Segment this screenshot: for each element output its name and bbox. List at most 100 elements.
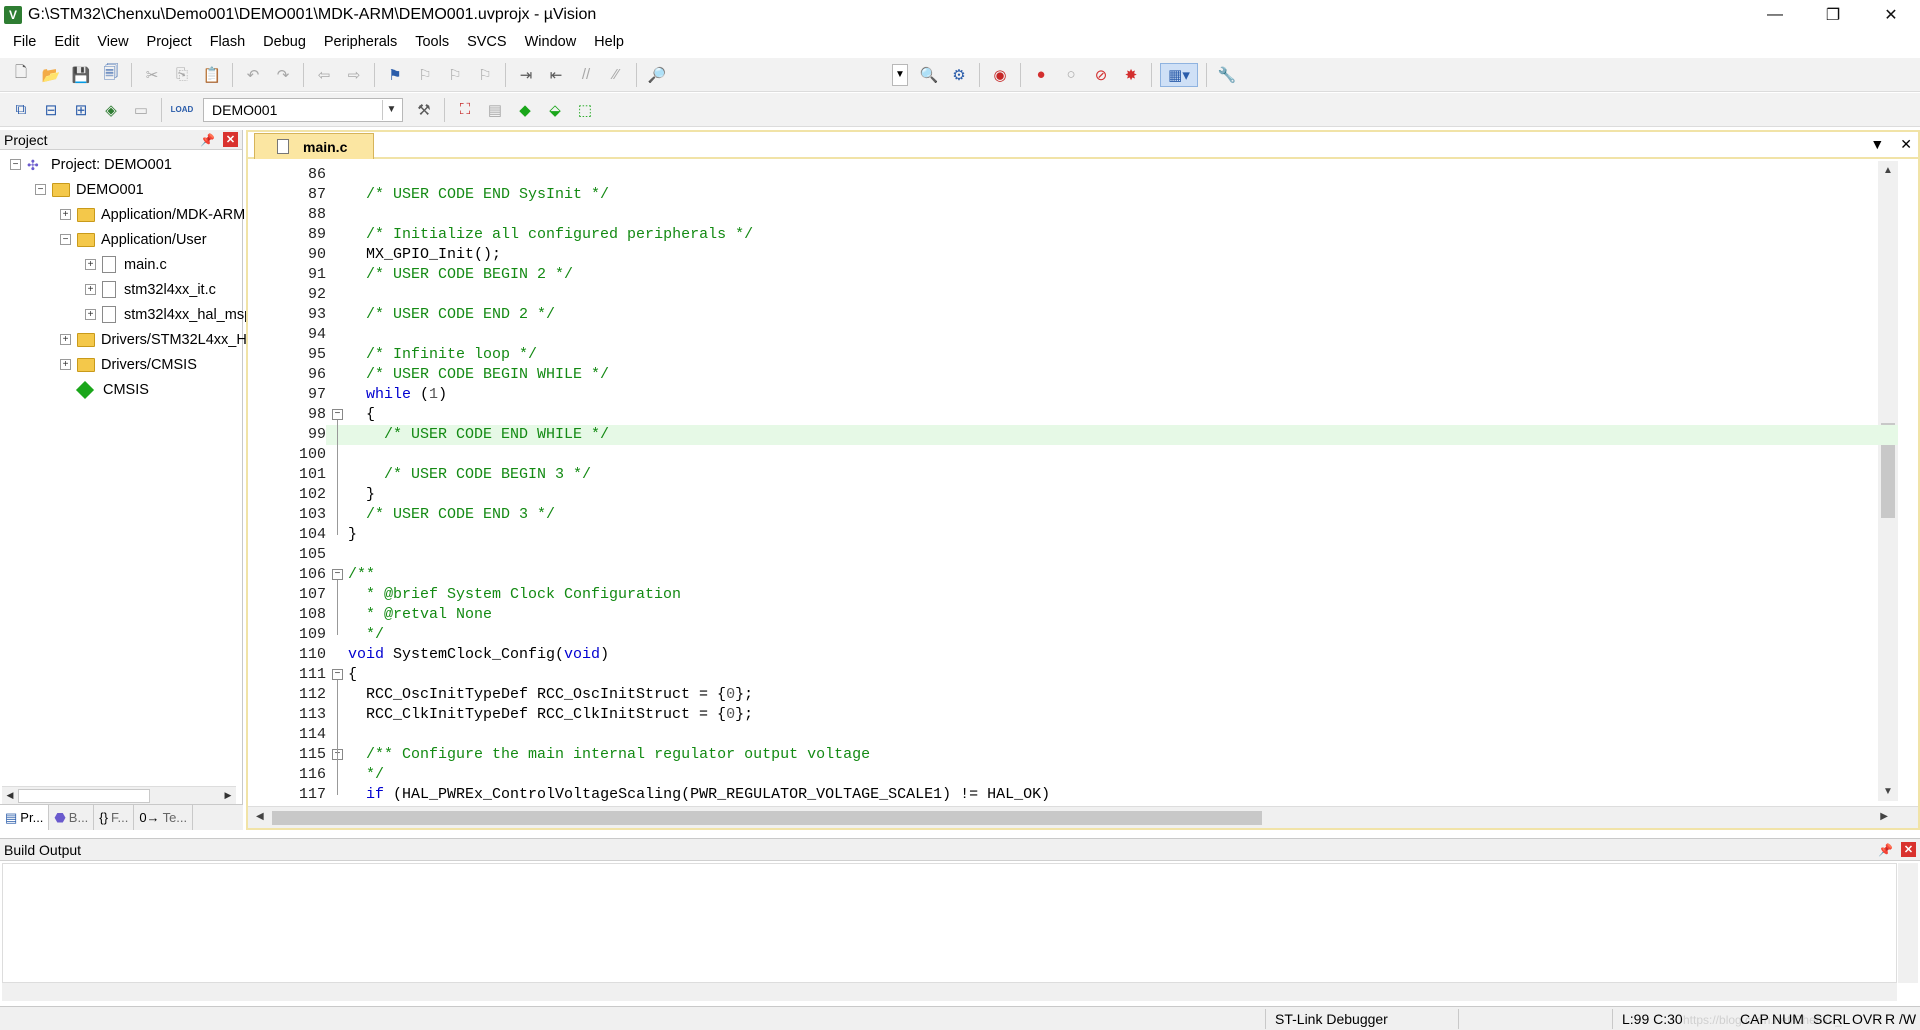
new-file-icon[interactable]: 🗋	[9, 63, 33, 87]
menu-tools[interactable]: Tools	[406, 30, 458, 54]
menu-debug[interactable]: Debug	[254, 30, 315, 54]
code-line[interactable]: 107 * @brief System Clock Configuration	[248, 585, 1898, 605]
project-horizontal-scrollbar[interactable]: ◀ ▶	[2, 786, 236, 804]
navigate-forward-icon[interactable]: ⇨	[342, 63, 366, 87]
tree-item[interactable]: + Drivers/CMSIS	[0, 352, 242, 377]
next-bookmark-icon[interactable]: ⚐	[443, 63, 467, 87]
scroll-right-icon[interactable]: ▶	[1880, 811, 1888, 822]
code-line[interactable]: 117 if (HAL_PWREx_ControlVoltageScaling(…	[248, 785, 1898, 801]
window-layout-icon[interactable]: ▦▾	[1160, 62, 1198, 87]
close-panel-icon[interactable]: ✕	[1901, 842, 1916, 857]
editor-horizontal-scrollbar[interactable]: ◀ ▶	[248, 806, 1918, 828]
code-line[interactable]: 99 /* USER CODE END WHILE */	[248, 425, 1898, 445]
disable-all-breakpoints-icon[interactable]: ⊘	[1089, 63, 1113, 87]
collapse-icon[interactable]: −	[60, 234, 71, 245]
expand-icon[interactable]: +	[60, 334, 71, 345]
unindent-icon[interactable]: ⇤	[544, 63, 568, 87]
menu-view[interactable]: View	[88, 30, 137, 54]
pack-installer-icon[interactable]: ⬚	[573, 98, 597, 122]
bookmark-icon[interactable]: ⚑	[383, 63, 407, 87]
tab-main-c[interactable]: main.c	[254, 133, 374, 159]
code-line[interactable]: 103 /* USER CODE END 3 */	[248, 505, 1898, 525]
scrollbar-thumb[interactable]	[18, 788, 150, 803]
open-file-icon[interactable]: 📂	[39, 63, 63, 87]
code-line[interactable]: 86	[248, 165, 1898, 185]
expand-icon[interactable]: +	[85, 309, 96, 320]
menu-project[interactable]: Project	[138, 30, 201, 54]
kill-all-breakpoints-icon[interactable]: ✸	[1119, 63, 1143, 87]
pin-icon[interactable]: 📌	[200, 133, 215, 147]
fold-collapse-icon[interactable]: −	[332, 409, 343, 420]
menu-edit[interactable]: Edit	[45, 30, 88, 54]
fold-collapse-icon[interactable]: −	[332, 569, 343, 580]
code-line[interactable]: 104}	[248, 525, 1898, 545]
code-line[interactable]: 89 /* Initialize all configured peripher…	[248, 225, 1898, 245]
tree-item[interactable]: CMSIS	[0, 377, 242, 402]
tree-item[interactable]: + stm32l4xx_hal_msp.c	[0, 302, 263, 327]
tab-project[interactable]: ▤ Pr...	[0, 805, 50, 830]
translate-icon[interactable]: ⧉	[9, 98, 33, 122]
rebuild-icon[interactable]: ⊞	[69, 98, 93, 122]
target-select[interactable]: DEMO001 ▼	[203, 97, 403, 122]
code-line[interactable]: 98− {	[248, 405, 1898, 425]
code-line[interactable]: 112 RCC_OscInitTypeDef RCC_OscInitStruct…	[248, 685, 1898, 705]
menu-flash[interactable]: Flash	[201, 30, 254, 54]
select-packs-icon[interactable]: ⬙	[543, 98, 567, 122]
build-icon[interactable]: ⊟	[39, 98, 63, 122]
tab-templates[interactable]: 0→ Te...	[134, 805, 194, 830]
expand-icon[interactable]: +	[85, 284, 96, 295]
navigate-back-icon[interactable]: ⇦	[312, 63, 336, 87]
code-line[interactable]: 108 * @retval None	[248, 605, 1898, 625]
paste-icon[interactable]: 📋	[200, 63, 224, 87]
target-options-icon[interactable]: ⚒	[412, 98, 436, 122]
collapse-icon[interactable]: −	[35, 184, 46, 195]
minimize-button[interactable]: —	[1746, 0, 1804, 30]
scrollbar-thumb[interactable]	[272, 811, 1262, 825]
code-line[interactable]: 114	[248, 725, 1898, 745]
code-line[interactable]: 93 /* USER CODE END 2 */	[248, 305, 1898, 325]
stop-build-icon[interactable]: ▭	[129, 98, 153, 122]
multi-project-icon[interactable]: ▤	[483, 98, 507, 122]
tree-item[interactable]: − Application/User	[0, 227, 242, 252]
close-tab-icon[interactable]: ✕	[1900, 136, 1912, 153]
code-line[interactable]: 110 void SystemClock_Config(void)	[248, 645, 1898, 665]
redo-icon[interactable]: ↷	[271, 63, 295, 87]
pin-icon[interactable]: 📌	[1878, 843, 1893, 857]
tree-item[interactable]: + Drivers/STM32L4xx_HAL_Driver	[0, 327, 311, 352]
code-line[interactable]: 95 /* Infinite loop */	[248, 345, 1898, 365]
find-icon[interactable]: 🔍	[917, 63, 941, 87]
tree-item[interactable]: − DEMO001	[0, 177, 242, 202]
code-line[interactable]: 91 /* USER CODE BEGIN 2 */	[248, 265, 1898, 285]
find-combo-dropdown[interactable]: ▼	[892, 63, 908, 86]
close-panel-icon[interactable]: ✕	[223, 132, 238, 147]
tree-item[interactable]: + stm32l4xx_it.c	[0, 277, 242, 302]
code-line[interactable]: 116 */	[248, 765, 1898, 785]
tree-item[interactable]: − ✣ Project: DEMO001	[0, 152, 242, 177]
menu-window[interactable]: Window	[516, 30, 586, 54]
download-icon[interactable]: LOAD	[170, 98, 194, 122]
menu-peripherals[interactable]: Peripherals	[315, 30, 406, 54]
code-editor[interactable]: ▲ ▼ 86 87 /* USER CODE END SysInit */88 89…	[248, 161, 1898, 801]
code-line[interactable]: 106−/**	[248, 565, 1898, 585]
build-horizontal-scrollbar[interactable]	[2, 983, 1897, 1001]
insert-breakpoint-icon[interactable]: ●	[1029, 63, 1053, 87]
code-line[interactable]: 111−{	[248, 665, 1898, 685]
code-line[interactable]: 96 /* USER CODE BEGIN WHILE */	[248, 365, 1898, 385]
code-line[interactable]: 113 RCC_ClkInitTypeDef RCC_ClkInitStruct…	[248, 705, 1898, 725]
code-line[interactable]: 101 /* USER CODE BEGIN 3 */	[248, 465, 1898, 485]
scroll-left-icon[interactable]: ◀	[2, 790, 18, 801]
indent-icon[interactable]: ⇥	[514, 63, 538, 87]
cut-icon[interactable]: ✂	[140, 63, 164, 87]
code-line[interactable]: 92	[248, 285, 1898, 305]
code-line[interactable]: 102 }	[248, 485, 1898, 505]
scroll-right-icon[interactable]: ▶	[220, 790, 236, 801]
code-line[interactable]: 109 */	[248, 625, 1898, 645]
tree-item[interactable]: + Application/MDK-ARM	[0, 202, 245, 227]
code-line[interactable]: 87 /* USER CODE END SysInit */	[248, 185, 1898, 205]
scroll-left-icon[interactable]: ◀	[256, 811, 264, 822]
batch-build-icon[interactable]: ◈	[99, 98, 123, 122]
menu-help[interactable]: Help	[585, 30, 633, 54]
expand-icon[interactable]: +	[60, 359, 71, 370]
undo-icon[interactable]: ↶	[241, 63, 265, 87]
save-all-icon[interactable]: 🗐	[99, 63, 123, 87]
